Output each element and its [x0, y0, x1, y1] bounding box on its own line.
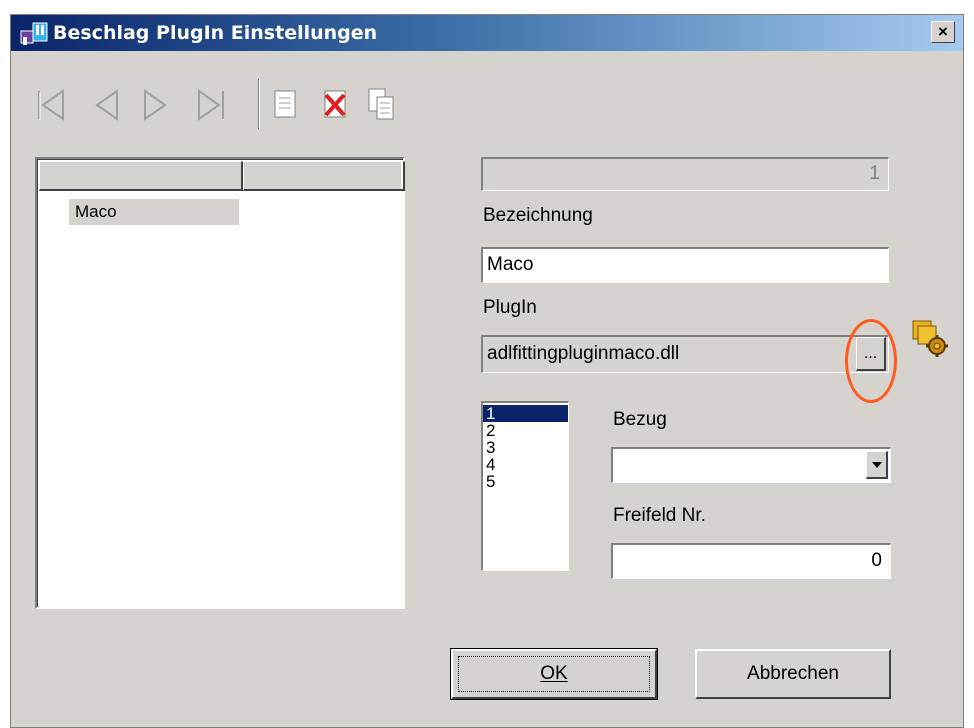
delete-record-icon[interactable] — [317, 83, 353, 127]
bezug-dropdown[interactable] — [611, 447, 891, 483]
list-item[interactable]: Maco — [69, 199, 239, 225]
plugin-field: adlfittingpluginmaco.dll — [481, 335, 889, 373]
list-item[interactable]: 1 — [483, 405, 568, 422]
plugin-label: PlugIn — [483, 297, 537, 318]
dropdown-button[interactable] — [866, 451, 888, 479]
list-item[interactable]: 2 — [483, 422, 568, 439]
focus-indicator — [458, 656, 650, 692]
ok-button[interactable]: OK — [450, 648, 658, 700]
title-bar[interactable]: Beschlag PlugIn Einstellungen × — [11, 15, 963, 51]
new-record-icon[interactable] — [267, 83, 303, 127]
bezeichnung-label: Bezeichnung — [483, 205, 593, 226]
window-title: Beschlag PlugIn Einstellungen — [53, 22, 378, 44]
number-listbox[interactable]: 1 2 3 4 5 — [481, 401, 569, 571]
app-icon — [20, 22, 48, 45]
plugin-settings-dialog: Beschlag PlugIn Einstellungen × Maco 1 B… — [10, 14, 964, 728]
chevron-down-icon — [872, 462, 882, 468]
cancel-button[interactable]: Abbrechen — [695, 649, 891, 699]
freifeld-label: Freifeld Nr. — [613, 505, 706, 526]
list-item[interactable]: 4 — [483, 456, 568, 473]
bezug-label: Bezug — [613, 409, 667, 430]
plugin-settings-icon[interactable] — [909, 317, 949, 357]
toolbar-separator — [258, 79, 260, 129]
fitting-list[interactable]: Maco — [35, 157, 405, 609]
list-header — [39, 161, 405, 191]
last-record-icon[interactable] — [193, 83, 229, 127]
close-icon: × — [938, 22, 948, 41]
copy-record-icon[interactable] — [363, 83, 399, 127]
list-item[interactable]: 3 — [483, 439, 568, 456]
freifeld-field[interactable]: 0 — [611, 543, 891, 579]
column-header[interactable] — [39, 161, 243, 191]
previous-record-icon[interactable] — [89, 83, 125, 127]
close-button[interactable]: × — [931, 21, 955, 43]
highlight-annotation — [845, 319, 897, 403]
first-record-icon[interactable] — [33, 83, 69, 127]
list-item[interactable]: 5 — [483, 473, 568, 490]
bezeichnung-field[interactable]: Maco — [481, 247, 889, 283]
next-record-icon[interactable] — [137, 83, 173, 127]
id-field: 1 — [481, 157, 889, 191]
column-header[interactable] — [243, 161, 405, 191]
